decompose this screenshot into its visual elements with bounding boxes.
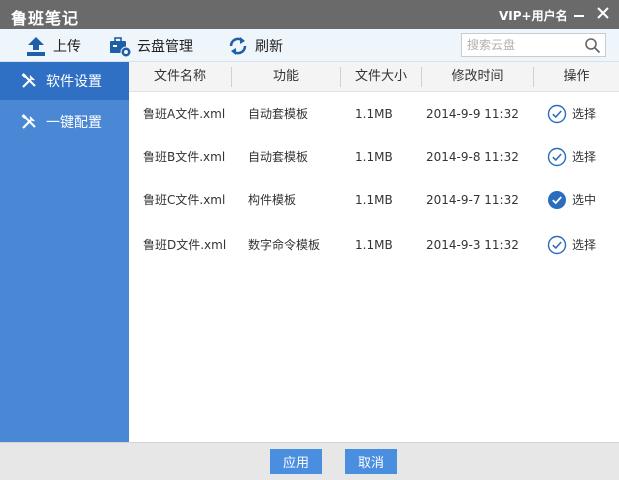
file-name: 鲁班C文件.xml — [143, 193, 226, 207]
refresh-icon — [229, 36, 247, 55]
minimize-button[interactable] — [571, 5, 587, 21]
footer-bar: 应用 取消 — [0, 442, 619, 480]
column-header-name: 文件名称 — [153, 69, 206, 84]
sidebar-item-one-click-config[interactable]: 一键配置 — [0, 103, 129, 141]
tools-icon — [21, 73, 36, 88]
app-window: 鲁班笔记 VIP+用户名 上传 云盘管理 刷新 搜索云盘 软件设置 一键配置 文… — [0, 0, 619, 480]
select-button[interactable]: 选择 — [547, 135, 596, 179]
table-header: 文件名称 功能 文件大小 修改时间 操作 — [129, 62, 619, 92]
search-input[interactable] — [467, 36, 579, 54]
cloud-drive-gear-icon — [110, 36, 132, 57]
select-label: 选择 — [572, 150, 597, 164]
check-circle-filled-icon — [548, 191, 566, 209]
cloud-manage-button[interactable]: 云盘管理 — [108, 33, 193, 58]
selected-button[interactable]: 选中 — [547, 178, 596, 222]
upload-label: 上传 — [53, 38, 81, 55]
refresh-button[interactable]: 刷新 — [226, 33, 283, 58]
table-row: 鲁班A文件.xml 自动套模板 1.1MB 2014-9-9 11:32 选择 — [129, 92, 619, 136]
check-circle-icon — [547, 104, 567, 124]
sidebar-item-label: 软件设置 — [46, 74, 102, 90]
search-box — [461, 33, 606, 57]
select-button[interactable]: 选择 — [547, 223, 596, 267]
file-function: 构件模板 — [248, 193, 297, 207]
table-row: 鲁班C文件.xml 构件模板 1.1MB 2014-9-7 11:32 选中 — [129, 178, 619, 222]
sidebar-item-label: 一键配置 — [46, 115, 102, 131]
file-modified-time: 2014-9-3 11:32 — [426, 238, 519, 252]
user-label[interactable]: VIP+用户名 — [499, 7, 568, 24]
refresh-label: 刷新 — [255, 38, 283, 55]
cancel-button[interactable]: 取消 — [345, 449, 397, 474]
upload-icon — [27, 36, 45, 56]
column-header-time: 修改时间 — [451, 69, 504, 84]
close-icon — [597, 7, 609, 19]
check-circle-icon — [547, 235, 567, 255]
file-modified-time: 2014-9-8 11:32 — [426, 150, 519, 164]
file-size: 1.1MB — [355, 150, 393, 164]
upload-button[interactable]: 上传 — [24, 33, 81, 58]
file-name: 鲁班A文件.xml — [143, 107, 226, 121]
tools-icon — [21, 114, 36, 129]
selected-label: 选中 — [572, 193, 597, 207]
sidebar: 软件设置 一键配置 — [0, 62, 129, 442]
file-function: 数字命令模板 — [248, 238, 321, 252]
file-name: 鲁班B文件.xml — [143, 150, 226, 164]
file-name: 鲁班D文件.xml — [143, 238, 227, 252]
column-header-action: 操作 — [563, 69, 590, 84]
sidebar-item-software-settings[interactable]: 软件设置 — [0, 62, 129, 100]
apply-button[interactable]: 应用 — [270, 449, 322, 474]
file-modified-time: 2014-9-9 11:32 — [426, 107, 519, 121]
search-icon[interactable] — [584, 37, 601, 54]
select-button[interactable]: 选择 — [547, 92, 596, 136]
column-header-function: 功能 — [272, 69, 299, 84]
file-size: 1.1MB — [355, 107, 393, 121]
file-function: 自动套模板 — [248, 107, 309, 121]
file-modified-time: 2014-9-7 11:32 — [426, 193, 519, 207]
table-row: 鲁班B文件.xml 自动套模板 1.1MB 2014-9-8 11:32 选择 — [129, 135, 619, 179]
select-label: 选择 — [572, 107, 597, 121]
title-bar: 鲁班笔记 VIP+用户名 — [0, 0, 619, 29]
table-row: 鲁班D文件.xml 数字命令模板 1.1MB 2014-9-3 11:32 选择 — [129, 223, 619, 267]
toolbar: 上传 云盘管理 刷新 — [0, 29, 619, 62]
file-table: 文件名称 功能 文件大小 修改时间 操作 鲁班A文件.xml 自动套模板 1.1… — [129, 62, 619, 442]
app-title: 鲁班笔记 — [11, 9, 80, 28]
column-header-size: 文件大小 — [354, 69, 407, 84]
close-button[interactable] — [595, 5, 611, 21]
file-size: 1.1MB — [355, 238, 393, 252]
check-circle-icon — [547, 147, 567, 167]
cloud-manage-label: 云盘管理 — [137, 38, 193, 55]
file-function: 自动套模板 — [248, 150, 309, 164]
file-size: 1.1MB — [355, 193, 393, 207]
select-label: 选择 — [572, 238, 597, 252]
